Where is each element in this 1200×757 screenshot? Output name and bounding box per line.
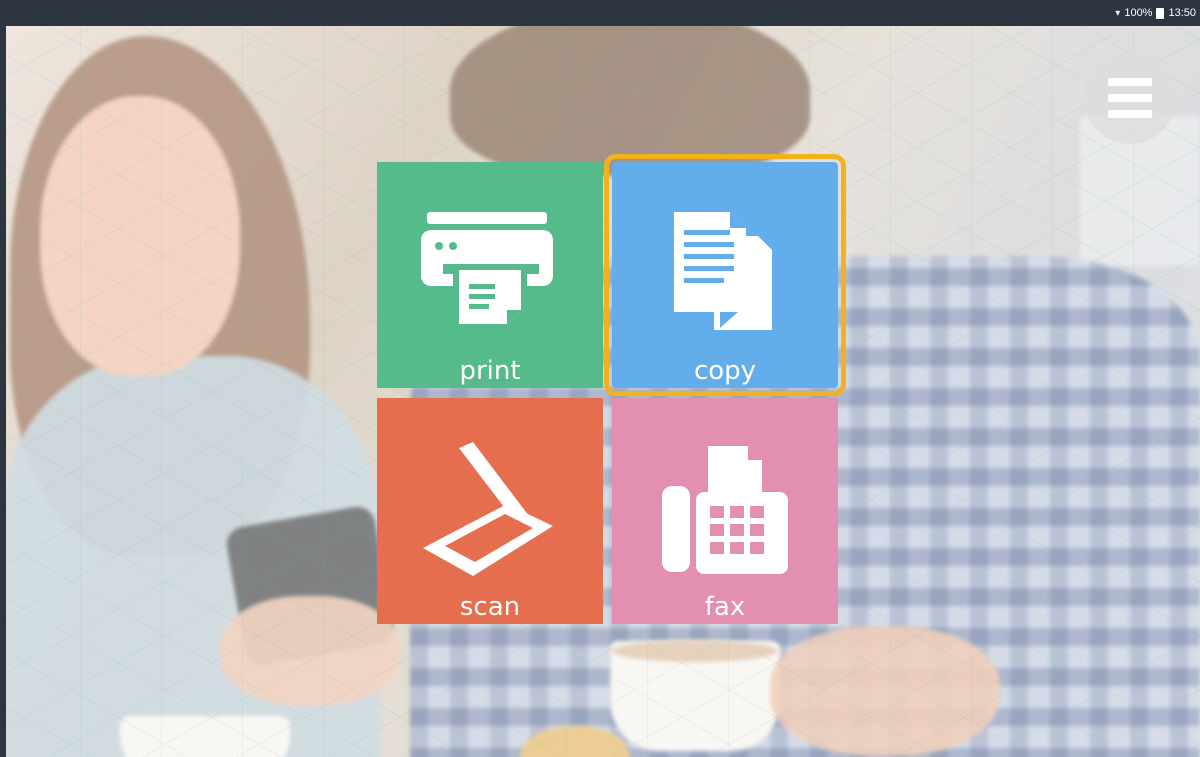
hamburger-menu-icon <box>1108 110 1152 118</box>
copy-tile[interactable]: copy <box>604 154 846 396</box>
status-bar: ▾ 100% 13:50 <box>0 0 1200 26</box>
status-time: 13:50 <box>1168 7 1196 19</box>
printer-icon <box>421 212 553 330</box>
menu-button[interactable] <box>1084 52 1176 144</box>
left-edge-strip <box>0 26 6 757</box>
hex-pattern-overlay <box>0 26 1200 757</box>
fax-tile[interactable]: fax <box>612 398 838 624</box>
copy-label: copy <box>693 356 757 386</box>
background-photo: print copy scan fax <box>0 26 1200 757</box>
scan-label: scan <box>459 592 521 622</box>
scanner-icon <box>423 442 553 576</box>
wifi-icon: ▾ <box>1115 7 1121 19</box>
fax-machine-icon <box>662 446 788 574</box>
battery-icon <box>1156 7 1165 19</box>
copy-documents-icon <box>674 212 772 330</box>
scan-tile[interactable]: scan <box>377 398 603 624</box>
hamburger-menu-icon <box>1108 94 1152 102</box>
print-label: print <box>459 356 521 386</box>
battery-percent: 100% <box>1124 7 1153 19</box>
fax-label: fax <box>704 592 746 622</box>
print-tile[interactable]: print <box>377 162 603 388</box>
hamburger-menu-icon <box>1108 78 1152 86</box>
